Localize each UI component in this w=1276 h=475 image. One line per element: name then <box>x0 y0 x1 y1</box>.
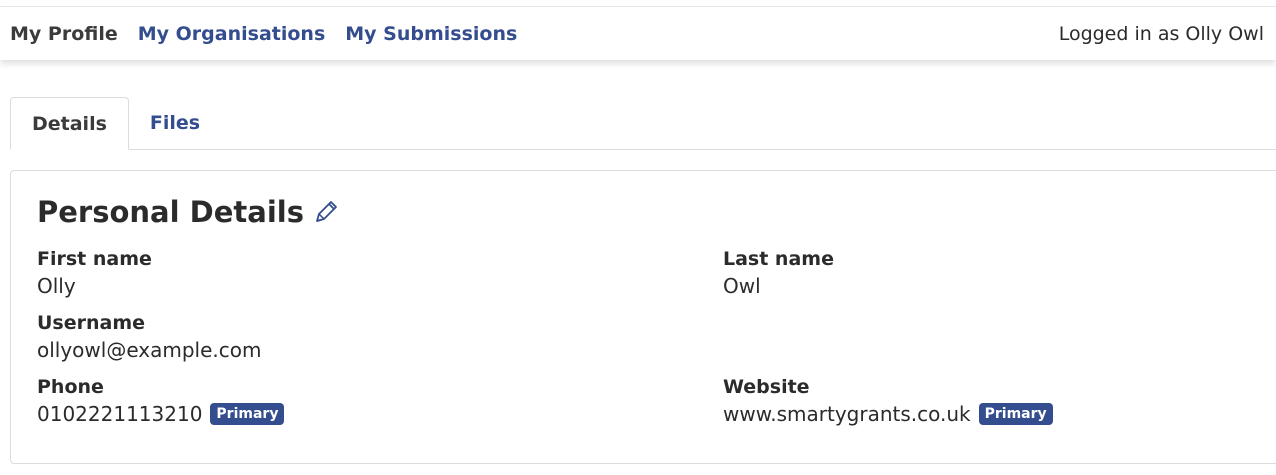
top-navigation-bar: My Profile My Organisations My Submissio… <box>0 6 1276 60</box>
website-label: Website <box>723 376 810 398</box>
nav-link-my-submissions[interactable]: My Submissions <box>345 23 517 45</box>
website-field: Website www.smartygrants.co.uk Primary <box>723 375 1053 429</box>
tab-files[interactable]: Files <box>129 97 221 149</box>
personal-details-card: Personal Details First name Olly Last na… <box>10 170 1276 464</box>
last-name-field: Last name Owl <box>723 247 834 301</box>
first-name-value: Olly <box>37 274 76 298</box>
personal-details-heading: Personal Details <box>37 195 340 229</box>
first-name-field: First name Olly <box>37 247 152 301</box>
last-name-value: Owl <box>723 274 761 298</box>
profile-tabs: Details Files <box>10 97 1276 150</box>
website-primary-badge: Primary <box>978 403 1053 425</box>
pencil-icon[interactable] <box>312 198 340 226</box>
nav-link-my-organisations[interactable]: My Organisations <box>138 23 326 45</box>
section-title: Personal Details <box>37 195 304 229</box>
username-label: Username <box>37 312 146 334</box>
phone-value: 0102221113210 <box>37 402 203 426</box>
phone-field: Phone 0102221113210 Primary <box>37 375 285 429</box>
phone-value-row: 0102221113210 Primary <box>37 399 285 429</box>
logged-in-status: Logged in as Olly Owl <box>1058 22 1264 45</box>
username-field: Username ollyowl@example.com <box>37 311 262 365</box>
phone-label: Phone <box>37 376 104 398</box>
username-value: ollyowl@example.com <box>37 338 262 362</box>
website-value: www.smartygrants.co.uk <box>723 402 971 426</box>
first-name-label: First name <box>37 248 152 270</box>
phone-primary-badge: Primary <box>210 403 285 425</box>
website-value-row: www.smartygrants.co.uk Primary <box>723 399 1053 429</box>
nav-link-my-profile[interactable]: My Profile <box>10 23 118 45</box>
last-name-label: Last name <box>723 248 834 270</box>
tab-details[interactable]: Details <box>10 97 129 150</box>
